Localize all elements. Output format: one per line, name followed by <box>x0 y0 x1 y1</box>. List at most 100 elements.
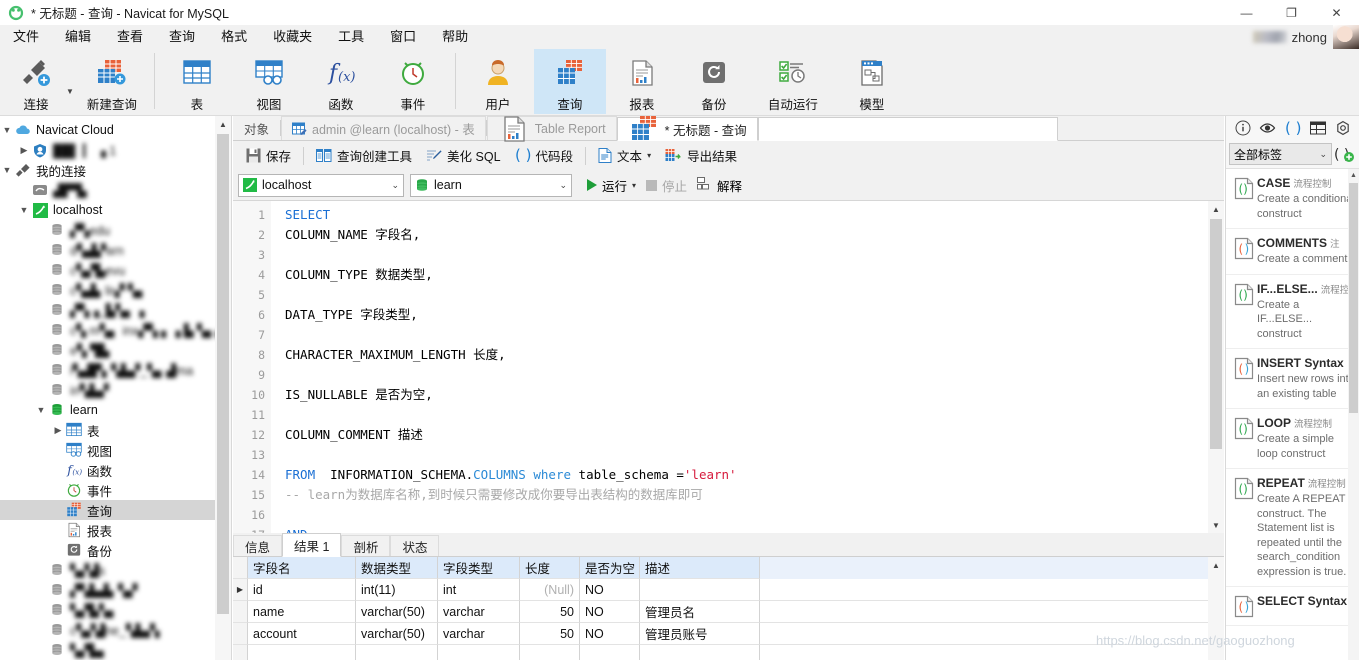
code-line[interactable]: SELECT <box>285 205 1224 225</box>
code-line[interactable] <box>285 365 1224 385</box>
grid-cell[interactable]: (Null) <box>520 579 580 601</box>
sql-code[interactable]: SELECT COLUMN_NAME 字段名, COLUMN_TYPE 数据类型, D… <box>271 201 1224 533</box>
tree-node-20[interactable]: 报表 <box>0 520 231 540</box>
chevron-down-icon[interactable]: ▾ <box>632 181 636 190</box>
export-result-button[interactable]: 导出结果 <box>658 144 744 168</box>
table-row[interactable]: name varchar(50) varchar 50 NO 管理员名 <box>233 601 1224 623</box>
ribbon-model[interactable]: 模型 <box>836 49 908 114</box>
grid-cell[interactable]: NO <box>580 623 640 645</box>
settings-icon[interactable] <box>1333 118 1353 138</box>
menu-item-0[interactable]: 文件 <box>0 26 52 48</box>
grid-scrollbar[interactable]: ▲ <box>1208 557 1224 660</box>
snippet-scrollbar[interactable]: ▲ <box>1348 169 1359 660</box>
snippet-tag-select[interactable]: 全部标签 ⌄ <box>1229 143 1332 165</box>
menu-item-6[interactable]: 工具 <box>325 26 377 48</box>
close-button[interactable]: ✕ <box>1314 0 1359 25</box>
column-header-0[interactable]: 字段名 <box>248 557 356 579</box>
row-handle[interactable] <box>233 623 248 645</box>
snippet-icon[interactable]: ( ) <box>1283 118 1303 138</box>
ribbon-view[interactable]: 视图 <box>233 49 305 114</box>
grid-cell[interactable] <box>580 645 640 660</box>
code-line[interactable]: DATA_TYPE 字段类型, <box>285 305 1224 325</box>
chevron-down-icon[interactable]: ⌄ <box>1319 149 1327 160</box>
tree-node-12[interactable]: i▚▟▛▖▚▙▞_▚▖▟ma <box>0 360 231 380</box>
tab-1[interactable]: Table Report <box>486 115 617 142</box>
code-line[interactable] <box>285 445 1224 465</box>
column-header-5[interactable]: 描述 <box>640 557 760 579</box>
grid-cell[interactable] <box>640 645 760 660</box>
tree-node-16[interactable]: 视图 <box>0 440 231 460</box>
grid-cell[interactable]: varchar <box>438 601 520 623</box>
chevron-down-icon[interactable]: ▼ <box>17 205 31 215</box>
code-line[interactable]: CHARACTER_MAXIMUM_LENGTH 长度, <box>285 345 1224 365</box>
ribbon-backup[interactable]: 备份 <box>678 49 750 114</box>
result-tab-1[interactable]: 结果 1 <box>282 533 342 557</box>
code-line[interactable] <box>285 325 1224 345</box>
grid-cell[interactable]: 50 <box>520 623 580 645</box>
code-line[interactable]: IS_NULLABLE 是否为空, <box>285 385 1224 405</box>
grid-cell[interactable]: varchar(50) <box>356 623 438 645</box>
tree-node-7[interactable]: c▚▞▙evu <box>0 260 231 280</box>
code-line[interactable]: COLUMN_TYPE 数据类型, <box>285 265 1224 285</box>
tree-node-8[interactable]: c▚▟▖lir▞ ▚▖ <box>0 280 231 300</box>
row-handle[interactable] <box>233 645 248 660</box>
column-header-3[interactable]: 长度 <box>520 557 580 579</box>
chevron-right-icon[interactable]: ▶ <box>51 425 65 436</box>
editor-scrollbar[interactable]: ▲ ▼ <box>1208 201 1224 533</box>
menu-item-8[interactable]: 帮助 <box>429 26 481 48</box>
chevron-down-icon[interactable]: ▼ <box>0 165 14 175</box>
tree-node-22[interactable]: ▚▞▟s <box>0 560 231 580</box>
ribbon-report[interactable]: 报表 <box>606 49 678 114</box>
tab-0[interactable]: admin @learn (localhost) - 表 <box>281 116 486 140</box>
eye-icon[interactable] <box>1258 118 1278 138</box>
code-line[interactable]: -- learn为数据库名称,到时候只需要修改成你要导出表结构的数据库即可 <box>285 485 1224 505</box>
tree-node-23[interactable]: ▞▚▙▟▖▚▞ <box>0 580 231 600</box>
grid-cell[interactable]: NO <box>580 579 640 601</box>
ribbon-automation[interactable]: 自动运行 <box>750 49 836 114</box>
grid-cell[interactable] <box>248 645 356 660</box>
info-icon[interactable] <box>1233 118 1253 138</box>
text-button[interactable]: 文本 ▾ <box>591 144 658 168</box>
tree-node-14[interactable]: ▼ learn <box>0 400 231 420</box>
table-row[interactable]: account varchar(50) varchar 50 NO 管理员账号 <box>233 623 1224 645</box>
ribbon-user[interactable]: 用户 <box>462 49 534 114</box>
grid-cell[interactable]: 50 <box>520 601 580 623</box>
tree-node-0[interactable]: ▼ Navicat Cloud <box>0 120 231 140</box>
ribbon-function[interactable]: f (x) 函数 <box>305 49 377 114</box>
sql-editor[interactable]: 12345678910111213141516171819202122 SELE… <box>233 200 1224 533</box>
column-header-1[interactable]: 数据类型 <box>356 557 438 579</box>
connection-dropdown-icon[interactable]: ▼ <box>66 87 74 96</box>
database-select[interactable]: learn ⌄ <box>410 173 572 197</box>
scroll-up-icon[interactable]: ▲ <box>1348 169 1359 182</box>
tree-node-11[interactable]: e▚ ▜▙ <box>0 340 231 360</box>
snippet-list[interactable]: () CASE 流程控制 Create a conditional construct… <box>1226 168 1359 660</box>
beautify-sql-button[interactable]: 美化 SQL <box>419 144 508 168</box>
grid-cell[interactable] <box>520 645 580 660</box>
grid-cell[interactable]: varchar <box>438 623 520 645</box>
tree-node-1[interactable]: ▶ ██▌ ▎ ▗ 1 <box>0 140 231 160</box>
tree-node-10[interactable]: c▚ m▚▖ inx▞▚ ▖▗ ▙ ▚▖▟ <box>0 320 231 340</box>
chevron-down-icon[interactable]: ▼ <box>0 125 14 135</box>
query-builder-button[interactable]: 查询创建工具 <box>309 144 419 168</box>
column-header-2[interactable]: 字段类型 <box>438 557 520 579</box>
grid-cell[interactable] <box>438 645 520 660</box>
chevron-right-icon[interactable]: ▶ <box>17 145 31 156</box>
scroll-down-icon[interactable]: ▼ <box>1208 517 1224 533</box>
snippet-scroll-thumb[interactable] <box>1349 183 1358 413</box>
chevron-down-icon[interactable]: ⌄ <box>385 180 399 191</box>
grid-cell[interactable]: NO <box>580 601 640 623</box>
scroll-up-icon[interactable]: ▲ <box>1208 557 1224 574</box>
tree-node-26[interactable]: ▚▞▙▖ <box>0 640 231 660</box>
ribbon-event[interactable]: 事件 <box>377 49 449 114</box>
code-line[interactable]: FROM INFORMATION_SCHEMA.COLUMNS where ta… <box>285 465 1224 485</box>
host-select[interactable]: localhost ⌄ <box>238 173 404 197</box>
structure-icon[interactable] <box>1308 118 1328 138</box>
tree-node-9[interactable]: ▞▚▗_▙▚▖▗ <box>0 300 231 320</box>
tree-node-25[interactable]: c▚▞▟ne_▚▙▞▖ <box>0 620 231 640</box>
chevron-down-icon[interactable]: ⌄ <box>553 180 567 191</box>
grid-cell[interactable] <box>356 645 438 660</box>
menu-item-1[interactable]: 编辑 <box>52 26 104 48</box>
snippet-item[interactable]: () IF...ELSE... 流程控 Create a IF...ELSE... c… <box>1226 275 1359 349</box>
menu-item-5[interactable]: 收藏夹 <box>260 26 325 48</box>
result-grid[interactable]: 字段名 数据类型 字段类型 长度 是否为空 描述 ▶ id int(11) int (Null) N… <box>233 557 1224 660</box>
